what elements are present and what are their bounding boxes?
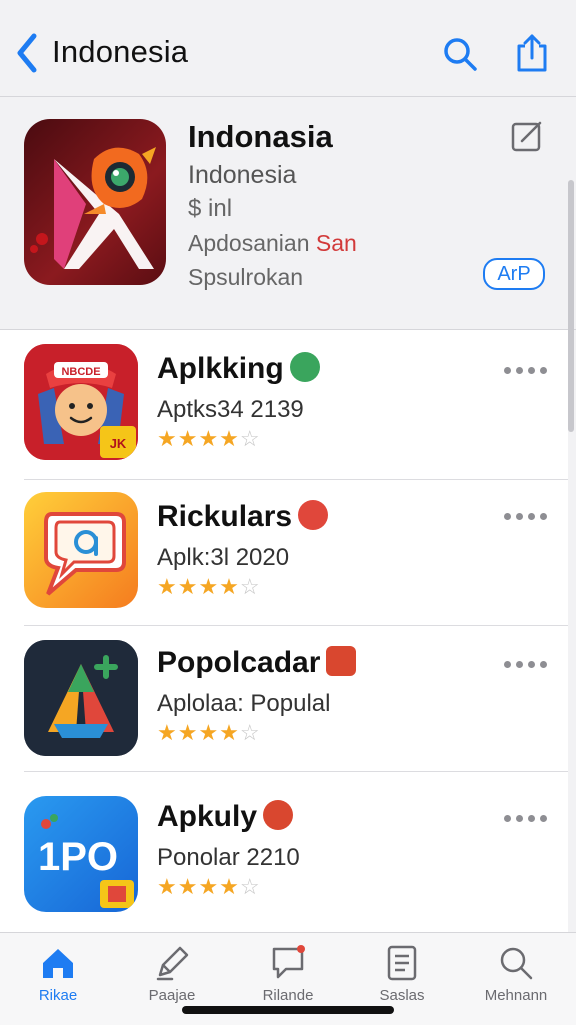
page-title: Indonesia xyxy=(52,34,189,69)
app-icon: NBCDE JK xyxy=(24,344,138,460)
star-empty-icon: ☆ xyxy=(239,874,261,899)
tab-label: Paajae xyxy=(148,987,196,1004)
svg-text:JK: JK xyxy=(110,436,127,451)
featured-app-card[interactable]: Indonasia Indonesia $ inl Apdosanian San… xyxy=(0,97,576,330)
scrollbar[interactable] xyxy=(568,180,574,432)
navigation-bar: Indonesia xyxy=(0,0,576,97)
tab-label: Saslas xyxy=(379,987,425,1004)
mascot-avatar-icon: NBCDE JK xyxy=(24,344,138,460)
app-badge-icon xyxy=(298,500,329,531)
featured-app-icon xyxy=(24,119,166,285)
app-badge-icon xyxy=(263,800,294,831)
star-icon: ★★★★ xyxy=(157,720,240,745)
tab-saslas[interactable]: Saslas xyxy=(354,943,450,1015)
app-name-text: Popolcadar xyxy=(157,646,321,679)
star-empty-icon: ☆ xyxy=(239,720,261,745)
edit-icon[interactable] xyxy=(510,119,544,153)
home-indicator[interactable] xyxy=(182,1006,394,1014)
app-subtitle: Aplolaa: Populal xyxy=(157,690,331,717)
app-name-text: Aplkking xyxy=(157,352,284,385)
featured-app-price: $ inl xyxy=(188,195,233,222)
app-subtitle: Ponolar 2210 xyxy=(157,844,300,871)
tab-home[interactable]: Rikae xyxy=(10,943,106,1015)
app-name: Apkuly xyxy=(157,800,294,834)
tab-label: Rilande xyxy=(262,987,314,1004)
star-icon: ★★★★ xyxy=(157,574,240,599)
divider xyxy=(24,771,568,772)
svg-text:NBCDE: NBCDE xyxy=(61,366,100,378)
search-icon[interactable] xyxy=(440,34,480,74)
triangle-logo-icon xyxy=(24,640,138,756)
featured-app-developer: Indonesia xyxy=(188,161,297,189)
list-item[interactable]: Popolcadar Aplolaa: Populal ★★★★☆ xyxy=(0,622,568,772)
star-icon: ★★★★ xyxy=(157,874,240,899)
star-icon: ★★★★ xyxy=(157,426,240,451)
bird-logo-icon xyxy=(30,147,156,269)
pen-icon xyxy=(156,946,189,981)
featured-app-category: Apdosanian San xyxy=(188,230,357,257)
app-icon xyxy=(24,640,138,756)
star-rating: ★★★★☆ xyxy=(157,874,261,900)
app-logo-icon: 1PO xyxy=(38,814,134,908)
tab-label: Rikae xyxy=(38,987,78,1004)
chat-bubble-icon xyxy=(272,945,305,979)
star-empty-icon: ☆ xyxy=(239,426,261,451)
featured-app-name: Indonasia xyxy=(188,119,333,154)
app-name-text: Apkuly xyxy=(157,800,258,833)
featured-app-description: Spsulrokan xyxy=(188,264,304,290)
more-options-icon[interactable] xyxy=(504,810,547,826)
tab-rilande[interactable]: Rilande xyxy=(240,943,336,1015)
app-list: NBCDE JK Aplkking Aptks34 2139 ★★★★☆ Ric… xyxy=(0,330,568,932)
app-logo-text: 1PO xyxy=(38,835,118,879)
more-options-icon[interactable] xyxy=(504,656,547,672)
list-item[interactable]: 1PO Apkuly Ponolar 2210 ★★★★☆ xyxy=(0,778,568,928)
star-rating: ★★★★☆ xyxy=(157,574,261,600)
document-icon xyxy=(387,945,417,981)
search-icon xyxy=(500,947,533,980)
category-text: Apdosanian xyxy=(188,230,316,256)
get-button[interactable]: ArP xyxy=(483,258,545,290)
app-name: Popolcadar xyxy=(157,646,357,680)
star-rating: ★★★★☆ xyxy=(157,720,261,746)
category-accent-text: San xyxy=(315,230,357,256)
tab-search[interactable]: Mehnann xyxy=(468,943,564,1015)
app-subtitle: Aptks34 2139 xyxy=(157,396,304,423)
more-options-icon[interactable] xyxy=(504,508,547,524)
chat-bubble-logo-icon xyxy=(44,512,126,596)
share-icon[interactable] xyxy=(512,32,552,74)
list-item[interactable]: NBCDE JK Aplkking Aptks34 2139 ★★★★☆ xyxy=(0,330,568,480)
app-icon xyxy=(24,492,138,608)
tab-paajae[interactable]: Paajae xyxy=(124,943,220,1015)
more-options-icon[interactable] xyxy=(504,362,547,378)
back-chevron-icon[interactable] xyxy=(12,30,42,76)
app-name: Rickulars xyxy=(157,500,329,534)
app-subtitle: Aplk:3l 2020 xyxy=(157,544,290,571)
app-badge-icon xyxy=(289,352,320,383)
app-icon: 1PO xyxy=(24,796,138,912)
app-badge-icon xyxy=(326,646,357,677)
list-item[interactable]: Rickulars Aplk:3l 2020 ★★★★☆ xyxy=(0,476,568,626)
app-name: Aplkking xyxy=(157,352,320,386)
tab-label: Mehnann xyxy=(484,987,548,1004)
star-empty-icon: ☆ xyxy=(239,574,261,599)
app-name-text: Rickulars xyxy=(157,500,293,533)
star-rating: ★★★★☆ xyxy=(157,426,261,452)
home-icon xyxy=(43,949,73,978)
